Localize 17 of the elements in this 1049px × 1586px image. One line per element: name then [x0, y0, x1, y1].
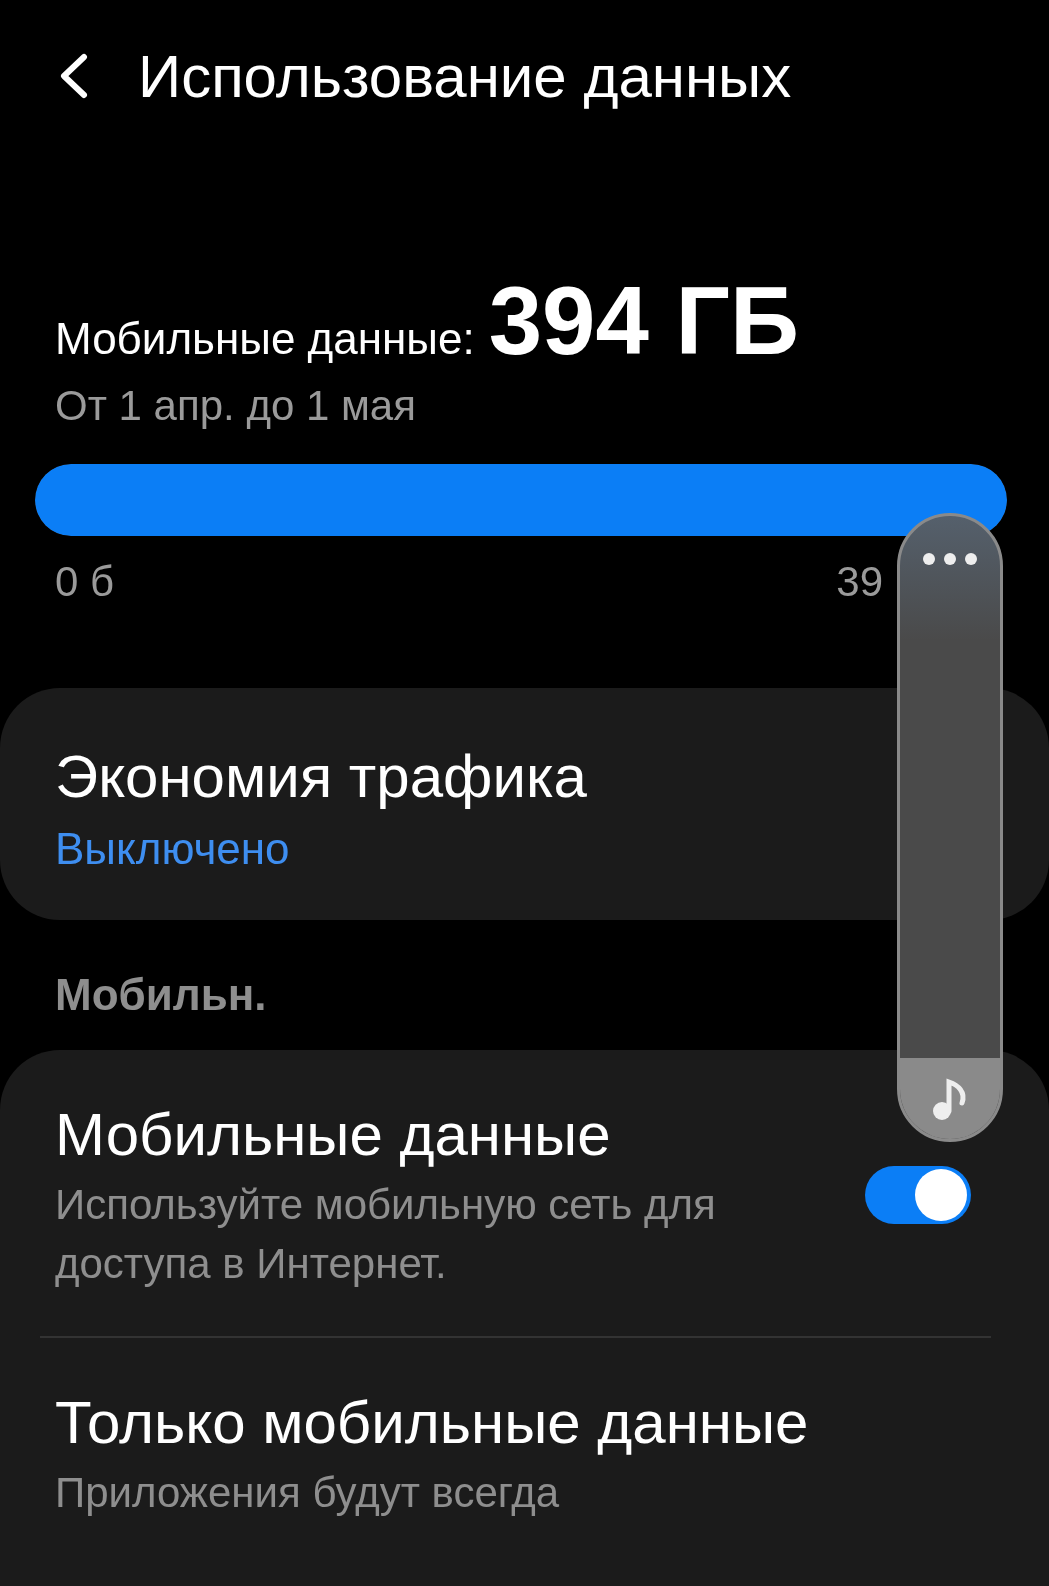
max-label: 39: [836, 558, 883, 606]
usage-label: Мобильные данные:: [55, 314, 475, 364]
data-saver-status: Выключено: [55, 824, 291, 874]
page-title: Использование данных: [138, 41, 792, 111]
setting-title: Только мобильные данные: [55, 1387, 809, 1458]
setting-description: Приложения будут всегда: [55, 1467, 560, 1518]
min-label: 0 б: [55, 558, 115, 606]
data-saver-card[interactable]: Экономия трафика Выключено: [0, 688, 1049, 920]
period-text: От 1 апр. до 1 мая: [54, 381, 417, 430]
setting-title: Мобильные данные: [55, 1100, 611, 1170]
more-icon[interactable]: [922, 552, 978, 566]
setting-description: Используйте мобильную сеть для доступа в Интернет.: [55, 1180, 717, 1289]
toggle-switch[interactable]: [865, 1165, 971, 1224]
usage-amount: 394 ГБ: [488, 266, 799, 376]
section-header: Мобильн.: [54, 969, 268, 1020]
back-icon[interactable]: [58, 53, 88, 99]
data-saver-title: Экономия трафика: [55, 742, 588, 812]
